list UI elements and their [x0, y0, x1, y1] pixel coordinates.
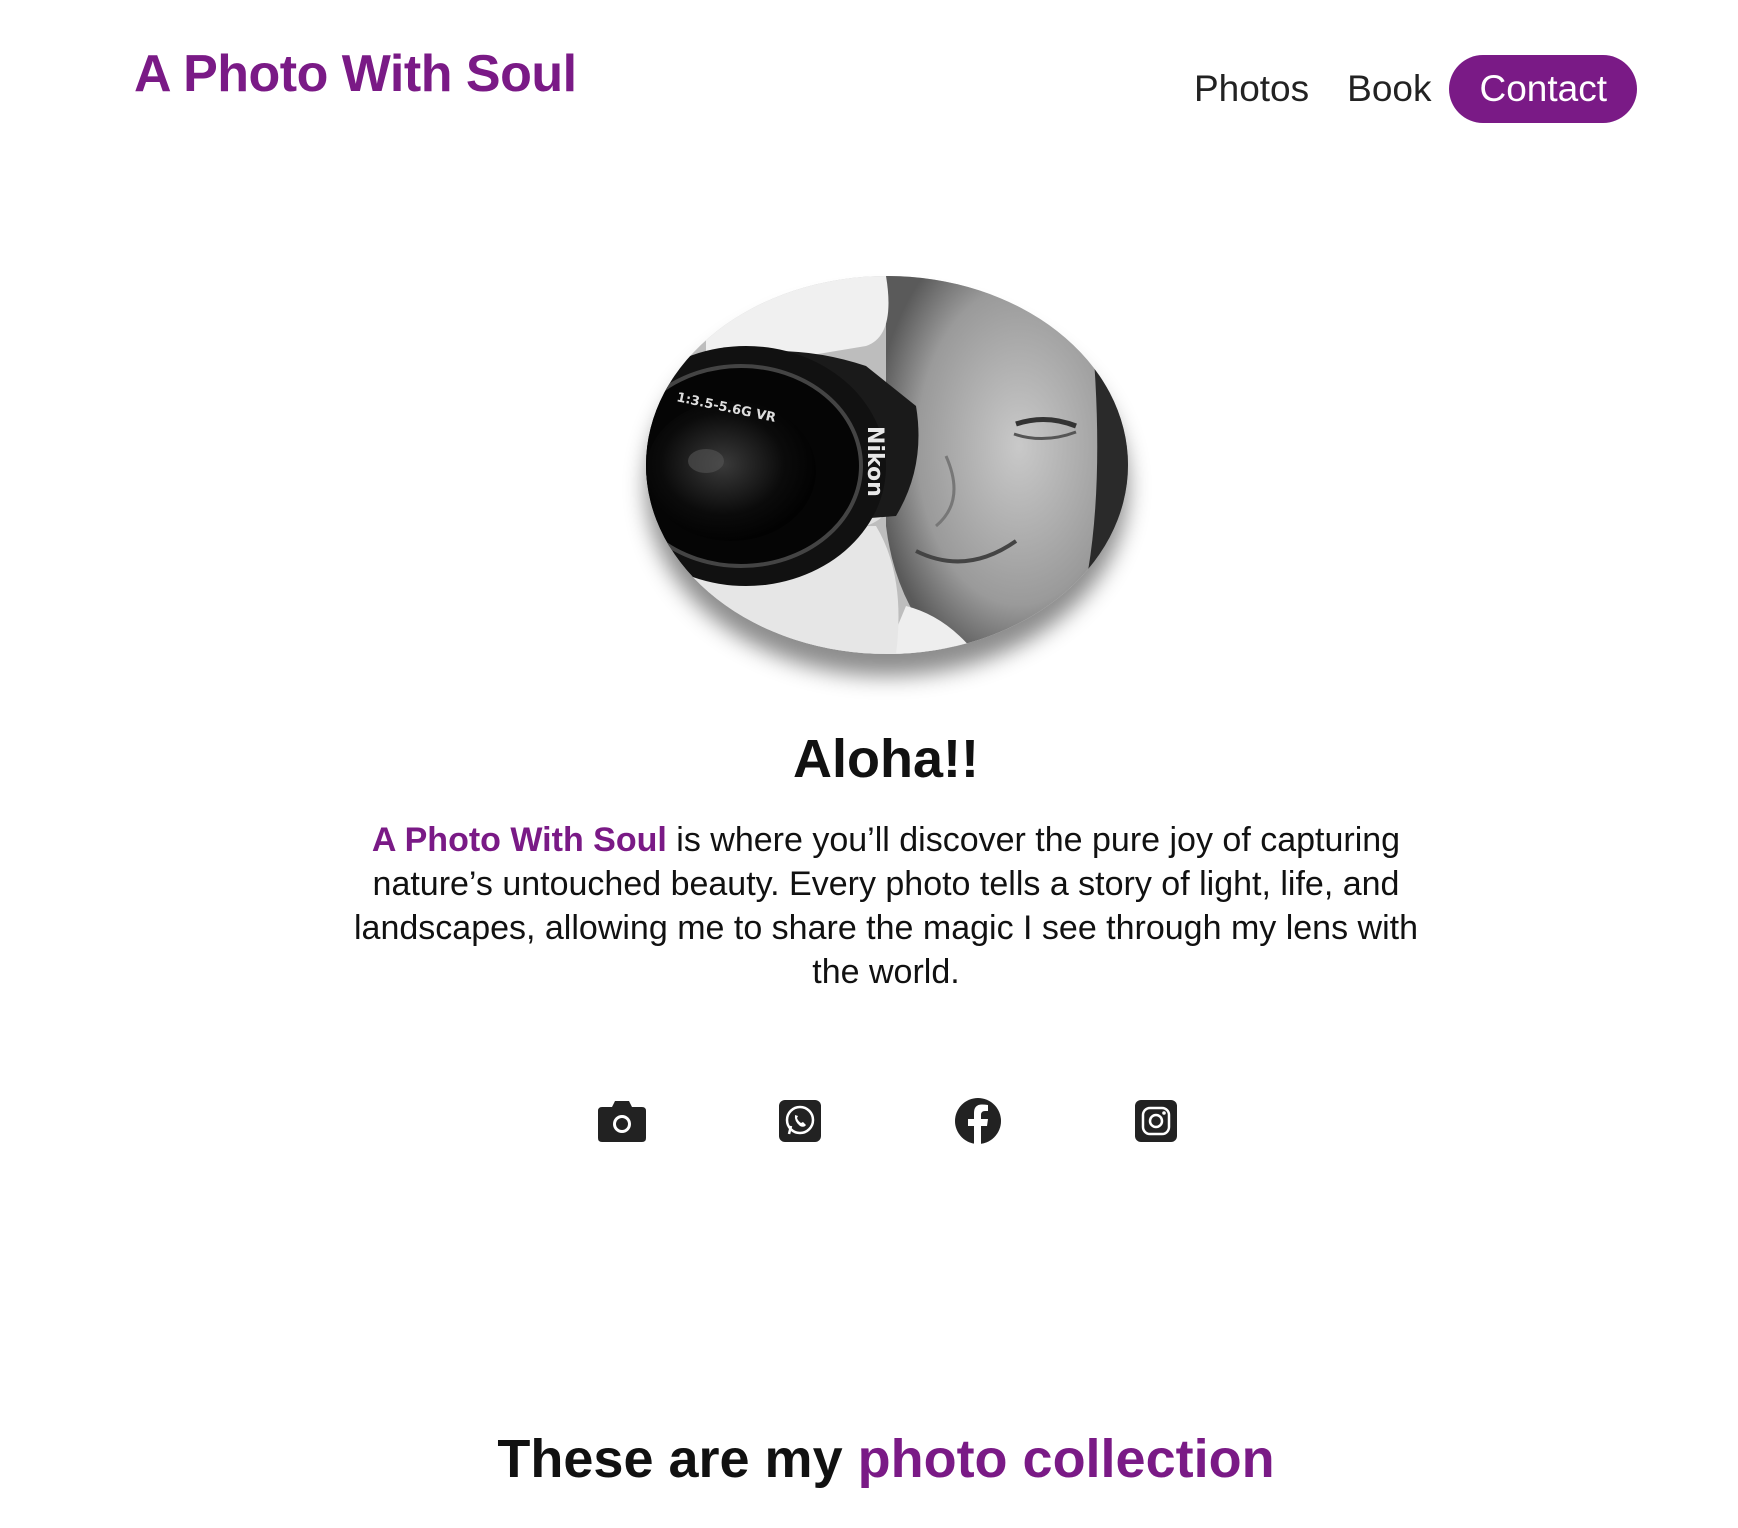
- whatsapp-link[interactable]: [772, 1093, 828, 1149]
- site-header: A Photo With Soul Photos Book Contact: [0, 0, 1738, 150]
- nav-book-link[interactable]: Book: [1347, 68, 1431, 110]
- collection-title-prefix: These are my: [497, 1429, 858, 1489]
- social-links: [0, 1093, 1738, 1153]
- brand-logo[interactable]: A Photo With Soul: [134, 44, 577, 104]
- camera-brand-marking: Nikon: [862, 426, 887, 497]
- collection-title-accent: photo collection: [857, 1429, 1275, 1489]
- facebook-link[interactable]: [950, 1093, 1006, 1149]
- collection-heading: These are my photo collection: [0, 1428, 1738, 1490]
- intro-paragraph: A Photo With Soul is where you’ll discov…: [330, 818, 1442, 994]
- instagram-link[interactable]: [1128, 1093, 1184, 1149]
- whatsapp-icon: [779, 1100, 821, 1142]
- instagram-icon: [1135, 1100, 1177, 1142]
- camera-icon: [598, 1101, 646, 1142]
- nav-photos-link[interactable]: Photos: [1194, 68, 1309, 110]
- facebook-icon: [955, 1098, 1001, 1144]
- intro-brand: A Photo With Soul: [371, 821, 667, 859]
- main-nav: Photos Book Contact: [1194, 55, 1637, 123]
- greeting-heading: Aloha!!: [793, 729, 979, 789]
- photographer-portrait: 1:3.5-5.6G VR Nikon: [646, 276, 1128, 654]
- nav-contact-button[interactable]: Contact: [1449, 55, 1637, 123]
- camera-link[interactable]: [594, 1093, 650, 1149]
